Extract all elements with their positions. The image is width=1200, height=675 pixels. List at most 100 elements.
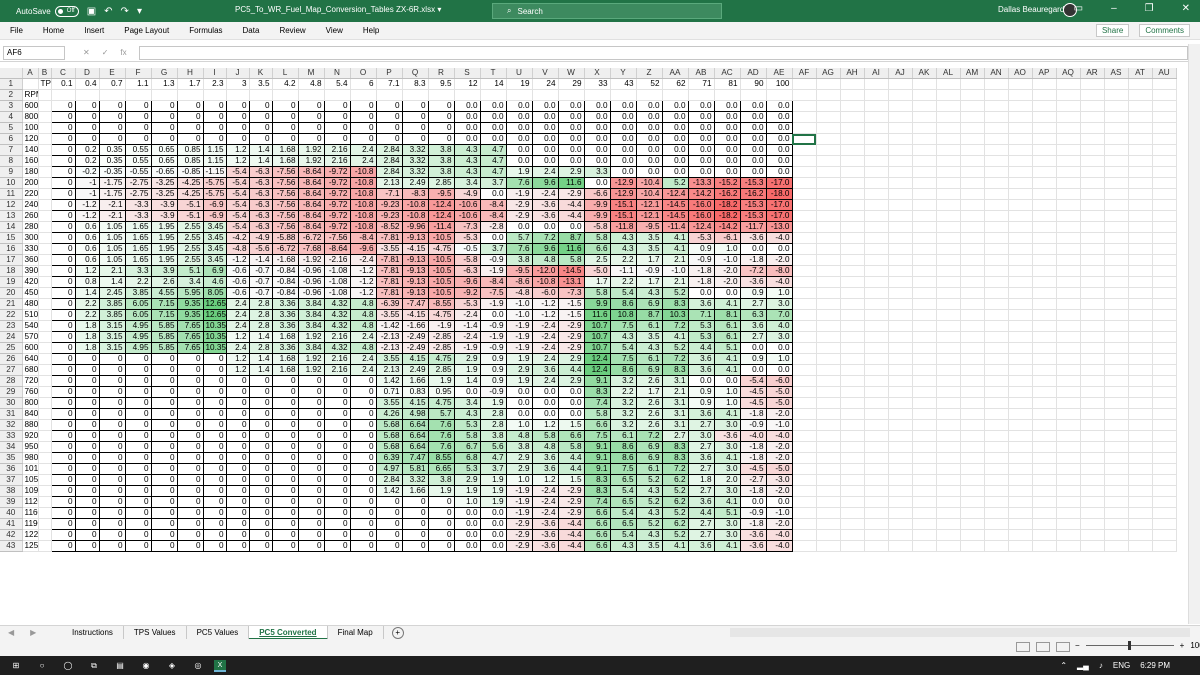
cell[interactable]: -5.4 (225, 166, 250, 179)
cell[interactable]: -15.3 (739, 199, 767, 212)
cell[interactable] (1128, 111, 1153, 124)
cell[interactable] (1032, 441, 1057, 454)
cell[interactable] (912, 430, 937, 443)
cell[interactable] (38, 309, 52, 322)
cell[interactable] (38, 540, 52, 553)
cell[interactable] (1008, 320, 1033, 333)
cell[interactable]: 4.3 (635, 529, 663, 542)
cell[interactable] (816, 320, 841, 333)
cell[interactable] (1032, 353, 1057, 366)
cell[interactable] (38, 386, 52, 399)
cell[interactable] (792, 188, 817, 201)
cell[interactable] (912, 518, 937, 531)
cell[interactable] (1128, 254, 1153, 267)
cell[interactable] (816, 309, 841, 322)
cell[interactable]: 0 (176, 133, 204, 146)
cell[interactable]: 0 (202, 122, 227, 135)
cell[interactable]: 4.1 (661, 540, 689, 553)
cell[interactable]: 3.5 (249, 78, 273, 91)
cell[interactable] (1104, 89, 1129, 102)
cell[interactable]: 4200 (22, 276, 39, 289)
cell[interactable]: -2.4 (531, 485, 559, 498)
cell[interactable] (792, 89, 817, 102)
cell[interactable]: 12200 (22, 529, 39, 542)
cell[interactable] (936, 353, 961, 366)
cell[interactable]: 0.0 (635, 166, 663, 179)
cell[interactable]: 4.1 (713, 353, 741, 366)
cell[interactable]: 0.0 (453, 507, 481, 520)
cell[interactable]: 2.7 (687, 529, 715, 542)
cell[interactable]: 0 (202, 529, 227, 542)
cell[interactable]: 3.6 (739, 320, 767, 333)
row-header[interactable]: 31 (0, 408, 23, 421)
cell[interactable]: 3.6 (687, 452, 715, 465)
cell[interactable]: 0.0 (609, 155, 637, 168)
cell[interactable] (840, 408, 865, 421)
cell[interactable] (840, 364, 865, 377)
cell[interactable]: 1.0 (505, 474, 533, 487)
cell[interactable]: 0.0 (609, 122, 637, 135)
cell[interactable]: 0.0 (583, 144, 611, 157)
cell[interactable]: 2800 (22, 221, 39, 234)
cell[interactable] (936, 298, 961, 311)
cell[interactable]: 4.8 (531, 254, 559, 267)
cell[interactable] (1080, 276, 1105, 289)
cell[interactable] (888, 353, 913, 366)
cell[interactable]: 0 (349, 111, 377, 124)
cell[interactable]: -0.35 (98, 166, 126, 179)
cell[interactable]: 1.4 (248, 353, 273, 366)
formula-input[interactable] (138, 45, 1188, 60)
cell[interactable]: 4500 (22, 287, 39, 300)
cell[interactable]: 4.95 (124, 331, 152, 344)
cell[interactable]: 0 (74, 441, 100, 454)
cell[interactable] (1056, 243, 1081, 256)
cell[interactable]: 5.68 (375, 419, 403, 432)
cell[interactable]: 0.0 (609, 133, 637, 146)
cell[interactable] (792, 111, 817, 124)
cell[interactable] (984, 430, 1009, 443)
cell[interactable]: 9.1 (583, 375, 611, 388)
cell[interactable] (1128, 100, 1153, 113)
cell[interactable]: 0 (50, 496, 76, 509)
cell[interactable]: 2.6 (635, 397, 663, 410)
cell[interactable]: 0.0 (687, 100, 715, 113)
cell[interactable]: 2.0 (713, 474, 741, 487)
cell[interactable]: 6 (350, 78, 377, 91)
cell[interactable]: 2.4 (531, 353, 559, 366)
cell[interactable]: 8.55 (427, 452, 455, 465)
row-header[interactable]: 32 (0, 419, 23, 432)
cell[interactable]: 0 (248, 122, 273, 135)
cell[interactable] (38, 353, 52, 366)
cell[interactable]: 0 (202, 397, 227, 410)
cell[interactable] (1152, 111, 1177, 124)
cell[interactable]: 4.1 (661, 243, 689, 256)
cell[interactable] (1008, 529, 1033, 542)
cell[interactable]: 9.35 (176, 298, 204, 311)
cell[interactable]: 1.4 (74, 287, 100, 300)
cell[interactable] (1056, 375, 1081, 388)
cell[interactable]: 0 (50, 430, 76, 443)
cell[interactable] (912, 331, 937, 344)
cell[interactable]: 3.85 (98, 309, 126, 322)
cell[interactable]: -7.81 (375, 254, 403, 267)
cell[interactable]: 0 (98, 122, 126, 135)
cell[interactable] (840, 122, 865, 135)
cell[interactable] (558, 89, 585, 102)
cell[interactable]: 11.6 (557, 177, 585, 190)
cell[interactable]: -1.8 (739, 485, 767, 498)
cell[interactable] (1128, 452, 1153, 465)
cell[interactable]: 0 (202, 518, 227, 531)
cell[interactable] (888, 309, 913, 322)
cell[interactable]: 1.92 (297, 353, 325, 366)
cell[interactable]: 0 (375, 133, 403, 146)
prev-sheet-icon[interactable]: ◀ (8, 628, 14, 637)
cell[interactable] (792, 507, 817, 520)
column-header[interactable]: AG (816, 68, 841, 80)
cell[interactable]: 9.6 (531, 243, 559, 256)
cell[interactable]: -2.0 (713, 265, 741, 278)
cell[interactable]: 1800 (22, 166, 39, 179)
cell[interactable] (38, 144, 52, 157)
cell[interactable] (1008, 463, 1033, 476)
cell[interactable]: 2.9 (557, 375, 585, 388)
cell[interactable]: 0 (297, 100, 325, 113)
